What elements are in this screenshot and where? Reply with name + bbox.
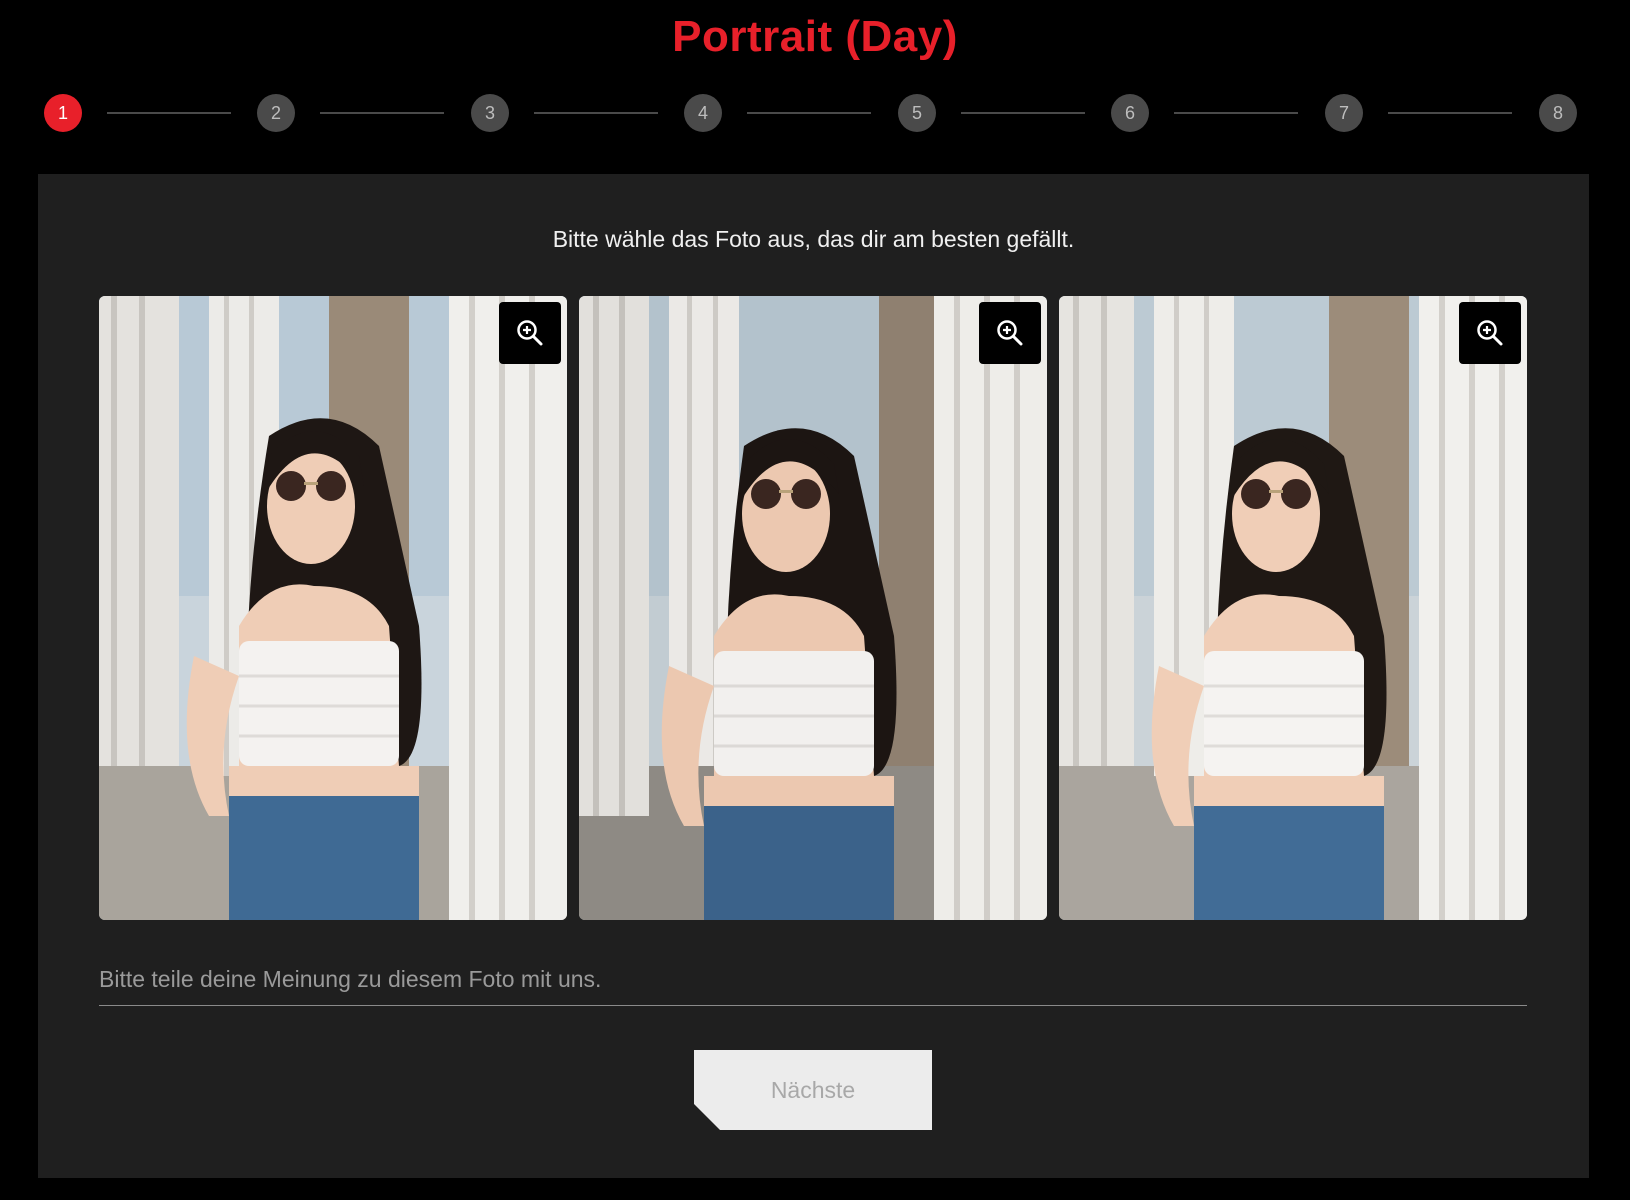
zoom-in-icon	[997, 320, 1023, 346]
step-connector	[1174, 112, 1298, 114]
step-connector	[107, 112, 231, 114]
step-1[interactable]: 1	[44, 94, 82, 132]
portrait-photo	[1059, 296, 1527, 920]
photo-option-2[interactable]	[579, 296, 1047, 920]
step-connector	[747, 112, 871, 114]
step-4[interactable]: 4	[684, 94, 722, 132]
zoom-in-icon	[517, 320, 543, 346]
photo-option-1[interactable]	[99, 296, 567, 920]
step-2[interactable]: 2	[257, 94, 295, 132]
progress-stepper: 1 2 3 4 5 6 7 8	[44, 94, 1577, 132]
page-title: Portrait (Day)	[672, 12, 958, 61]
step-3[interactable]: 3	[471, 94, 509, 132]
next-button[interactable]: Nächste	[694, 1050, 932, 1130]
survey-panel: Bitte wähle das Foto aus, das dir am bes…	[38, 174, 1589, 1178]
comment-input[interactable]	[99, 962, 1527, 1006]
zoom-button[interactable]	[1459, 302, 1521, 364]
step-connector	[1388, 112, 1512, 114]
step-connector	[320, 112, 444, 114]
photo-option-3[interactable]	[1059, 296, 1527, 920]
step-7[interactable]: 7	[1325, 94, 1363, 132]
zoom-button[interactable]	[979, 302, 1041, 364]
step-6[interactable]: 6	[1111, 94, 1149, 132]
zoom-button[interactable]	[499, 302, 561, 364]
step-8[interactable]: 8	[1539, 94, 1577, 132]
portrait-photo	[579, 296, 1047, 920]
step-connector	[961, 112, 1085, 114]
instruction-text: Bitte wähle das Foto aus, das dir am bes…	[552, 226, 1075, 252]
zoom-in-icon	[1477, 320, 1503, 346]
step-5[interactable]: 5	[898, 94, 936, 132]
portrait-photo	[99, 296, 567, 920]
step-connector	[534, 112, 658, 114]
